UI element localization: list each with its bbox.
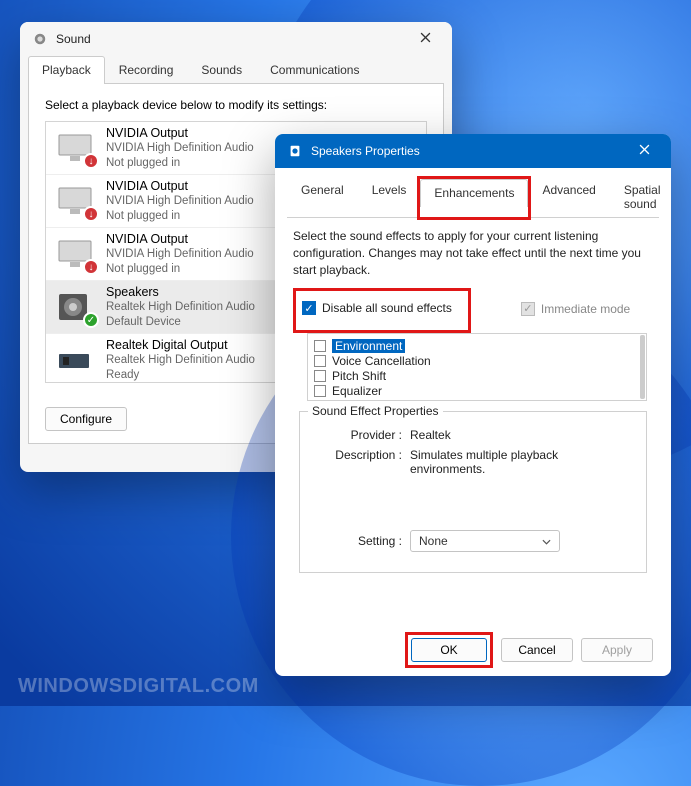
sound-effect-properties-group: Sound Effect Properties Provider : Realt… <box>299 411 647 573</box>
close-icon <box>420 32 431 46</box>
sound-instruction: Select a playback device below to modify… <box>45 98 427 112</box>
effect-item[interactable]: Equalizer <box>314 383 640 398</box>
effect-item[interactable]: Environment <box>314 338 640 353</box>
effect-label: Equalizer <box>332 384 382 398</box>
ok-button[interactable]: OK <box>411 638 487 662</box>
effect-label: Environment <box>332 339 405 353</box>
monitor-icon: ↓ <box>54 130 96 166</box>
checkbox-icon[interactable] <box>314 340 326 352</box>
speaker-device-icon: ✓ <box>54 289 96 325</box>
props-titlebar[interactable]: Speakers Properties <box>275 134 671 168</box>
setting-label: Setting : <box>314 534 410 548</box>
watermark: WINDOWSDIGITAL.COM <box>18 675 259 698</box>
close-icon <box>639 144 650 158</box>
provider-value: Realtek <box>410 428 632 442</box>
effect-label: Pitch Shift <box>332 369 386 383</box>
unplugged-badge-icon: ↓ <box>83 206 99 222</box>
checkbox-icon[interactable] <box>314 385 326 397</box>
setting-value: None <box>419 534 448 548</box>
group-legend: Sound Effect Properties <box>308 404 443 418</box>
sound-titlebar[interactable]: Sound <box>20 22 452 56</box>
speaker-icon <box>32 31 48 47</box>
chevron-down-icon <box>542 534 551 548</box>
effect-label: Voice Cancellation <box>332 354 431 368</box>
scrollbar[interactable] <box>640 335 645 399</box>
disable-all-label: Disable all sound effects <box>322 301 452 315</box>
description-label: Description : <box>314 448 410 476</box>
enhancements-instruction: Select the sound effects to apply for yo… <box>293 228 653 278</box>
checkbox-icon[interactable] <box>314 370 326 382</box>
props-body: Select the sound effects to apply for yo… <box>275 218 671 678</box>
unplugged-badge-icon: ↓ <box>83 153 99 169</box>
checkbox-disabled-icon: ✓ <box>521 302 535 316</box>
effect-item[interactable]: Voice Cancellation <box>314 353 640 368</box>
tab-playback[interactable]: Playback <box>28 56 105 84</box>
tab-levels[interactable]: Levels <box>358 176 421 218</box>
provider-label: Provider : <box>314 428 410 442</box>
close-button[interactable] <box>623 136 665 166</box>
default-badge-icon: ✓ <box>83 312 99 328</box>
checkbox-checked-icon: ✓ <box>302 301 316 315</box>
immediate-mode-label: Immediate mode <box>541 302 630 316</box>
sound-tabs: Playback Recording Sounds Communications <box>28 56 444 84</box>
disable-all-effects-checkbox[interactable]: ✓ Disable all sound effects <box>302 301 452 315</box>
tab-sounds[interactable]: Sounds <box>187 56 256 84</box>
props-title: Speakers Properties <box>311 144 623 158</box>
close-button[interactable] <box>404 24 446 54</box>
setting-select[interactable]: None <box>410 530 560 552</box>
cancel-button[interactable]: Cancel <box>501 638 573 662</box>
speakers-properties-window: Speakers Properties General Levels Enhan… <box>275 134 671 676</box>
tab-enhancements[interactable]: Enhancements <box>420 179 528 207</box>
tab-recording[interactable]: Recording <box>105 56 188 84</box>
checkbox-icon[interactable] <box>314 355 326 367</box>
tab-communications[interactable]: Communications <box>256 56 373 84</box>
tab-spatial-sound[interactable]: Spatial sound <box>610 176 675 218</box>
digital-output-icon <box>54 342 96 378</box>
props-tabs: General Levels Enhancements Advanced Spa… <box>287 176 659 218</box>
configure-button[interactable]: Configure <box>45 407 127 431</box>
sound-title: Sound <box>56 32 404 46</box>
immediate-mode-checkbox: ✓ Immediate mode <box>521 302 630 316</box>
effect-item[interactable]: Pitch Shift <box>314 368 640 383</box>
effects-list[interactable]: Environment Voice Cancellation Pitch Shi… <box>307 333 647 401</box>
apply-button: Apply <box>581 638 653 662</box>
tab-advanced[interactable]: Advanced <box>528 176 609 218</box>
description-value: Simulates multiple playback environments… <box>410 448 632 476</box>
unplugged-badge-icon: ↓ <box>83 259 99 275</box>
speaker-icon <box>287 143 303 159</box>
monitor-icon: ↓ <box>54 183 96 219</box>
tab-general[interactable]: General <box>287 176 358 218</box>
monitor-icon: ↓ <box>54 236 96 272</box>
